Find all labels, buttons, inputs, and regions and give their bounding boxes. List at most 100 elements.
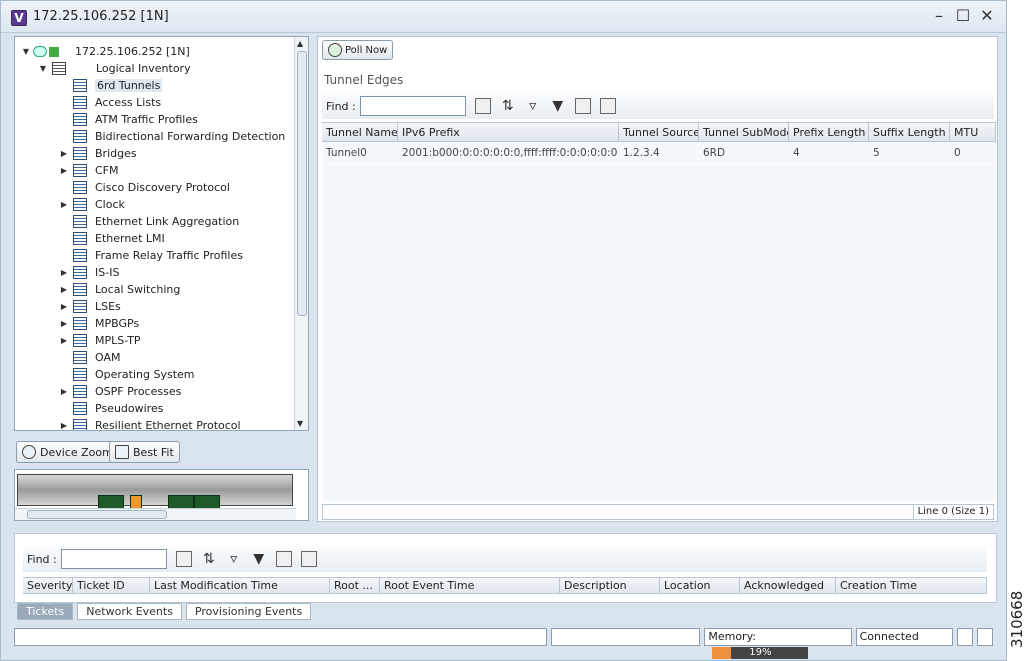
tree-node[interactable]: ▶ IS-IS xyxy=(59,264,119,281)
advanced-filter-icon[interactable]: ▼ xyxy=(251,551,267,567)
tree-node[interactable]: ▶ Clock xyxy=(59,196,125,213)
column-header[interactable]: Tunnel Source xyxy=(619,123,699,141)
tree-node[interactable]: ▶ Resilient Ethernet Protocol xyxy=(59,417,241,430)
column-header[interactable]: Ticket ID xyxy=(73,578,150,593)
tree-node-label: 6rd Tunnels xyxy=(95,79,163,92)
table-body-empty xyxy=(322,165,996,501)
scroll-thumb[interactable] xyxy=(27,510,167,519)
tab-tickets[interactable]: Tickets xyxy=(17,603,74,620)
tree-node[interactable]: OAM xyxy=(59,349,120,366)
tree-node[interactable]: Access Lists xyxy=(59,94,161,111)
sort-icon[interactable]: ⇅ xyxy=(201,551,217,567)
table-row[interactable]: Tunnel0 2001:b000:0:0:0:0:0:0,ffff:ffff:0… xyxy=(322,142,996,164)
tree-node[interactable]: Operating System xyxy=(59,366,195,383)
tree-node[interactable]: ▶ Bridges xyxy=(59,145,137,162)
advanced-filter-icon[interactable]: ▼ xyxy=(550,98,566,114)
table-icon xyxy=(73,181,87,194)
tree-node[interactable]: ▶ LSEs xyxy=(59,298,121,315)
tree-node[interactable]: ▶ OSPF Processes xyxy=(59,383,181,400)
column-header[interactable]: Severity xyxy=(23,578,73,593)
expand-arrow-icon[interactable]: ▶ xyxy=(59,319,69,328)
table-cell: 1.2.3.4 xyxy=(623,147,660,159)
settings-icon[interactable] xyxy=(599,98,616,114)
tree-node[interactable]: Frame Relay Traffic Profiles xyxy=(59,247,243,264)
expand-arrow-icon[interactable]: ▶ xyxy=(59,285,69,294)
tree-node[interactable]: Pseudowires xyxy=(59,400,163,417)
tickets-find-input[interactable] xyxy=(60,549,167,569)
magnifier-icon xyxy=(22,445,36,459)
column-header[interactable]: Description xyxy=(560,578,660,593)
column-header[interactable]: Tunnel Name xyxy=(322,123,398,141)
scroll-down-icon[interactable]: ▼ xyxy=(297,419,303,428)
scroll-up-icon[interactable]: ▲ xyxy=(297,39,303,48)
tree-node[interactable]: Ethernet Link Aggregation xyxy=(59,213,239,230)
find-toolbar: Find : ⇅ ▿ ▼ xyxy=(322,93,994,119)
column-header[interactable]: Location xyxy=(660,578,740,593)
expand-arrow-icon[interactable]: ▶ xyxy=(59,387,69,396)
scroll-thumb[interactable] xyxy=(297,51,307,316)
column-header[interactable]: MTU xyxy=(950,123,996,141)
column-header[interactable]: Tunnel SubMode xyxy=(699,123,789,141)
tree-node-label: Frame Relay Traffic Profiles xyxy=(95,249,243,262)
column-header[interactable]: Creation Time xyxy=(836,578,987,593)
column-header[interactable]: Last Modification Time xyxy=(150,578,330,593)
expand-arrow-icon[interactable]: ▶ xyxy=(59,336,69,345)
expand-arrow-icon[interactable]: ▶ xyxy=(59,421,69,430)
tree-node[interactable]: Bidirectional Forwarding Detection xyxy=(59,128,285,145)
device-zoom-button[interactable]: Device Zoom xyxy=(16,441,119,463)
tree-scrollbar[interactable]: ▲ ▼ xyxy=(294,37,308,430)
column-header[interactable]: IPv6 Prefix xyxy=(398,123,619,141)
export-icon[interactable] xyxy=(175,551,192,567)
device-view[interactable] xyxy=(14,469,309,521)
best-fit-button[interactable]: Best Fit xyxy=(109,441,180,463)
figure-id: 310668 xyxy=(1008,590,1026,648)
tree-node-label: Bidirectional Forwarding Detection xyxy=(95,130,286,143)
collapse-arrow-icon[interactable]: ▼ xyxy=(21,47,31,56)
settings-icon[interactable] xyxy=(300,551,317,567)
tree-node[interactable]: ▶ MPLS-TP xyxy=(59,332,141,349)
expand-arrow-icon[interactable]: ▶ xyxy=(59,149,69,158)
column-header[interactable]: Root ... xyxy=(330,578,380,593)
column-header[interactable]: Acknowledged xyxy=(740,578,836,593)
device-port xyxy=(168,495,194,509)
tree-node-label: Ethernet LMI xyxy=(95,232,165,245)
tree-logical-label: Logical Inventory xyxy=(96,62,191,75)
table-icon xyxy=(73,198,87,211)
export-icon[interactable] xyxy=(474,98,491,114)
tab-network-events[interactable]: Network Events xyxy=(77,603,182,620)
column-header[interactable]: Root Event Time xyxy=(380,578,560,593)
tree-node[interactable]: Ethernet LMI xyxy=(59,230,165,247)
tree-node-label: Cisco Discovery Protocol xyxy=(95,181,230,194)
tree-node-logical-inventory[interactable]: ▼ Logical Inventory xyxy=(38,60,191,77)
poll-now-button[interactable]: Poll Now xyxy=(322,40,394,60)
filter-icon[interactable]: ▿ xyxy=(226,551,242,567)
expand-arrow-icon[interactable]: ▶ xyxy=(59,166,69,175)
tree-node[interactable]: ▶ CFM xyxy=(59,162,119,179)
expand-arrow-icon[interactable]: ▶ xyxy=(59,302,69,311)
filter-icon[interactable]: ▿ xyxy=(525,98,541,114)
device-hscrollbar[interactable] xyxy=(15,508,296,520)
table-cell: 0 xyxy=(954,147,961,159)
expand-arrow-icon[interactable]: ▶ xyxy=(59,200,69,209)
close-icon[interactable]: ✕ xyxy=(978,7,996,25)
find-label: Find : xyxy=(326,99,356,113)
sort-icon[interactable]: ⇅ xyxy=(500,98,516,114)
tree-node[interactable]: 6rd Tunnels xyxy=(59,77,163,94)
columns-icon[interactable] xyxy=(275,551,292,567)
find-input[interactable] xyxy=(359,96,466,116)
tree-node-label: OAM xyxy=(95,351,121,364)
tree-node[interactable]: Cisco Discovery Protocol xyxy=(59,179,230,196)
collapse-arrow-icon[interactable]: ▼ xyxy=(38,64,48,73)
tree-node-root[interactable]: ▼ 172.25.106.252 [1N] xyxy=(21,43,190,60)
column-header[interactable]: Prefix Length xyxy=(789,123,869,141)
columns-icon[interactable] xyxy=(574,98,591,114)
expand-arrow-icon[interactable]: ▶ xyxy=(59,268,69,277)
minimize-icon[interactable]: – xyxy=(930,7,948,25)
column-header[interactable]: Suffix Length xyxy=(869,123,950,141)
tree-node[interactable]: ▶ Local Switching xyxy=(59,281,180,298)
tab-provisioning-events[interactable]: Provisioning Events xyxy=(185,603,312,620)
tree-node[interactable]: ATM Traffic Profiles xyxy=(59,111,198,128)
maximize-icon[interactable]: ☐ xyxy=(954,7,972,25)
device-port xyxy=(194,495,220,509)
tree-node[interactable]: ▶ MPBGPs xyxy=(59,315,139,332)
